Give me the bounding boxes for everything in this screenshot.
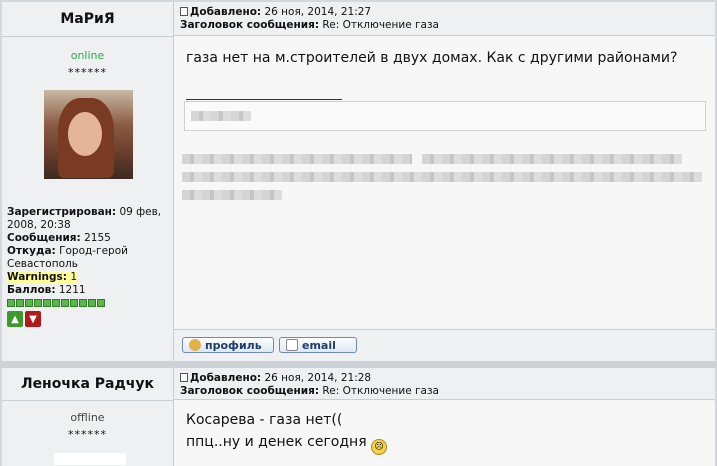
online-status: online <box>70 49 105 62</box>
rank-stars: ****** <box>68 428 107 441</box>
post-meta: Добавлено: 26 ноя, 2014, 21:28 Заголовок… <box>174 368 715 400</box>
post-body: Косарева - газа нет(( ппц..ну и денек се… <box>174 401 715 466</box>
rating-dot <box>61 299 69 307</box>
rating-dot <box>7 299 15 307</box>
avatar[interactable] <box>54 453 126 465</box>
blurred-text <box>191 111 251 121</box>
author-profile-column: online ****** Зарегистрирован: 09 фев, 2… <box>2 37 174 361</box>
post-meta: Добавлено: 26 ноя, 2014, 21:27 Заголовок… <box>174 2 715 36</box>
rating-dot <box>25 299 33 307</box>
post-body: газа нет на м.строителей в двух домах. К… <box>174 37 715 328</box>
subject-label: Заголовок сообщения: <box>180 385 320 397</box>
post-icon[interactable] <box>180 373 188 382</box>
added-label: Добавлено: <box>190 6 262 18</box>
post-text-line2: ппц..ну и денек сегодня <box>186 434 367 450</box>
added-date: 26 ноя, 2014, 21:28 <box>264 372 372 384</box>
email-button[interactable]: email <box>279 337 357 353</box>
points-label: Баллов: <box>7 284 56 296</box>
subject-value: Re: Отключение газа <box>322 385 439 397</box>
post-text: газа нет на м.строителей в двух домах. К… <box>186 50 678 66</box>
signature-box <box>184 101 706 131</box>
signature-divider <box>186 99 342 100</box>
rating-dot <box>97 299 105 307</box>
post-icon[interactable] <box>180 7 188 16</box>
blurred-text <box>182 172 702 182</box>
post-author-name[interactable]: Леночка Радчук <box>2 368 174 401</box>
subject-label: Заголовок сообщения: <box>180 19 320 31</box>
blurred-text <box>182 190 282 200</box>
registered-label: Зарегистрирован: <box>7 206 117 218</box>
rating-dot <box>88 299 96 307</box>
thumbs-up-icon[interactable]: ▲ <box>7 311 23 327</box>
rating-dot <box>16 299 24 307</box>
rating-bar <box>7 299 167 307</box>
offline-status: offline <box>70 411 105 424</box>
forum-post: МаРиЯ Добавлено: 26 ноя, 2014, 21:27 Заг… <box>2 2 715 362</box>
messages-label: Сообщения: <box>7 232 81 244</box>
blurred-text <box>422 154 682 164</box>
rating-dot <box>70 299 78 307</box>
rating-dot <box>52 299 60 307</box>
post-separator <box>0 361 717 368</box>
rating-dot <box>34 299 42 307</box>
avatar[interactable] <box>44 90 133 179</box>
vote-buttons: ▲ ▼ <box>7 311 167 327</box>
forum-post: Леночка Радчук Добавлено: 26 ноя, 2014, … <box>2 368 715 466</box>
post-footer: профиль email <box>174 329 715 362</box>
rank-stars: ****** <box>68 66 107 79</box>
post-text-line: ппц..ну и денек сегодня ☹ <box>186 431 715 455</box>
envelope-icon <box>286 339 298 351</box>
added-date: 26 ноя, 2014, 21:27 <box>264 6 372 18</box>
rating-dot <box>79 299 87 307</box>
profile-icon <box>189 339 201 351</box>
from-label: Откуда: <box>7 245 56 257</box>
post-text-line: Косарева - газа нет(( <box>186 412 343 428</box>
thumbs-down-icon[interactable]: ▼ <box>25 311 41 327</box>
avatar-face <box>68 112 102 156</box>
email-label: email <box>302 338 336 352</box>
post-author-name[interactable]: МаРиЯ <box>2 2 174 37</box>
forum-thread: МаРиЯ Добавлено: 26 ноя, 2014, 21:27 Заг… <box>0 0 717 466</box>
warnings-label: Warnings: <box>7 271 67 283</box>
profile-button[interactable]: профиль <box>182 337 274 353</box>
rating-dot <box>43 299 51 307</box>
smiley-icon: ☹ <box>371 439 388 455</box>
warnings-value: 1 <box>70 271 78 283</box>
messages-count: 2155 <box>84 232 111 244</box>
author-profile-column: offline ****** <box>2 401 174 466</box>
subject-value: Re: Отключение газа <box>322 19 439 31</box>
blurred-text <box>182 154 412 164</box>
points-value: 1211 <box>58 284 86 296</box>
author-info: Зарегистрирован: 09 фев, 2008, 20:38 Соо… <box>7 206 167 327</box>
added-label: Добавлено: <box>190 372 262 384</box>
profile-label: профиль <box>205 338 262 352</box>
